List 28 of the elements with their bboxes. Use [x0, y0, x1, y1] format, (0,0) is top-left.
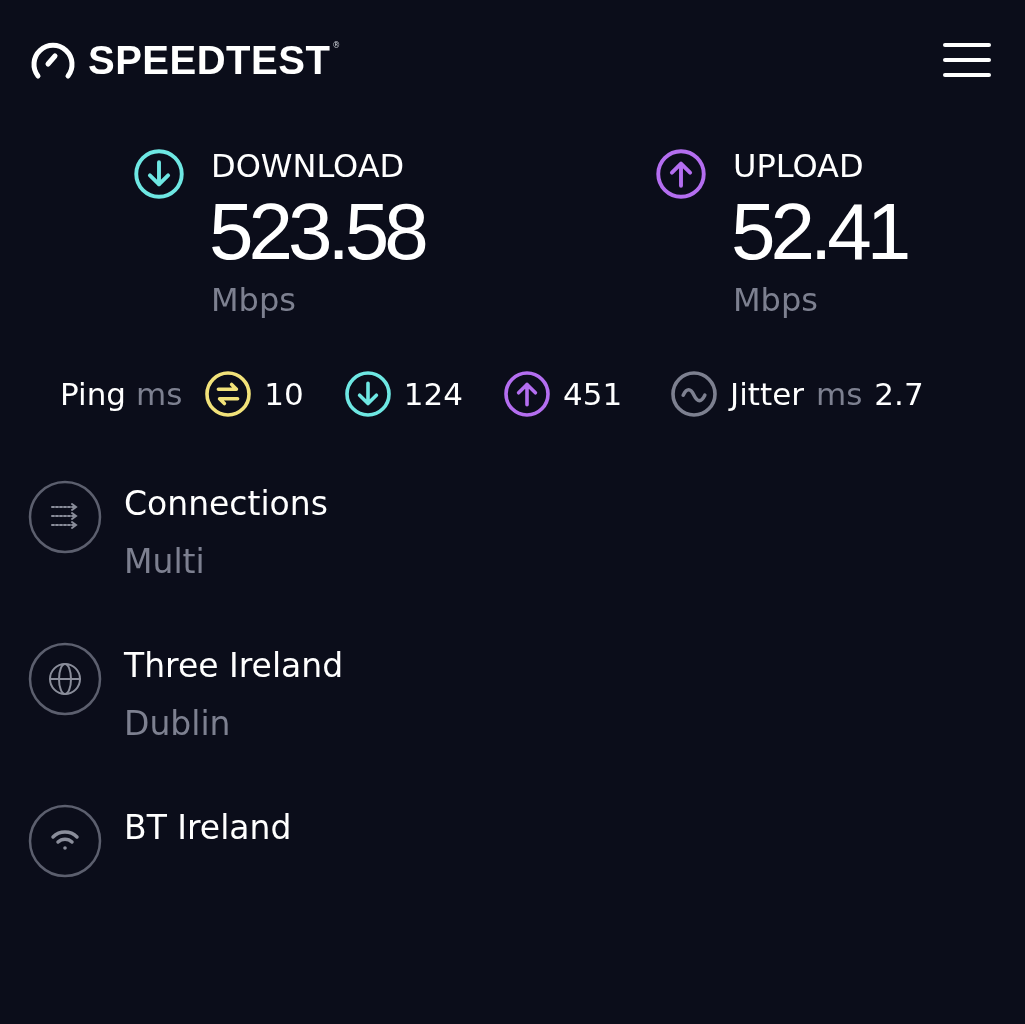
ping-value: 10 — [264, 374, 304, 414]
logo-text: SPEEDTEST — [88, 40, 331, 80]
registered-mark: ® — [332, 40, 341, 52]
speed-value: 52.41 — [731, 186, 907, 278]
detail-title: BT Ireland — [124, 808, 292, 848]
wave-icon — [670, 370, 719, 418]
detail-subtitle: Dublin — [124, 704, 232, 744]
speed-unit: Mbps — [211, 280, 297, 320]
speedometer-icon — [30, 40, 76, 80]
ping-value: 451 — [562, 374, 623, 414]
menu-button[interactable] — [943, 41, 991, 79]
detail-subtitle: Multi — [124, 542, 206, 582]
detail-title: Connections — [124, 484, 328, 524]
jitter-value: 2.7 — [874, 374, 924, 414]
result-label: UPLOAD — [733, 146, 865, 186]
speed-value: 523.58 — [209, 186, 424, 278]
speed-unit: Mbps — [733, 280, 819, 320]
wifi-icon — [28, 804, 102, 878]
ping-unit: ms — [135, 374, 183, 414]
ping-value: 124 — [403, 374, 463, 414]
arrows-icon — [28, 480, 102, 554]
result-label: DOWNLOAD — [211, 146, 406, 186]
ping-label: Ping — [60, 374, 126, 414]
jitter-unit: ms — [816, 374, 863, 414]
globe-icon — [28, 642, 102, 716]
swap-arrows-icon — [204, 370, 253, 418]
jitter-label: Jitter — [730, 374, 804, 414]
detail-title: Three Ireland — [124, 646, 344, 686]
